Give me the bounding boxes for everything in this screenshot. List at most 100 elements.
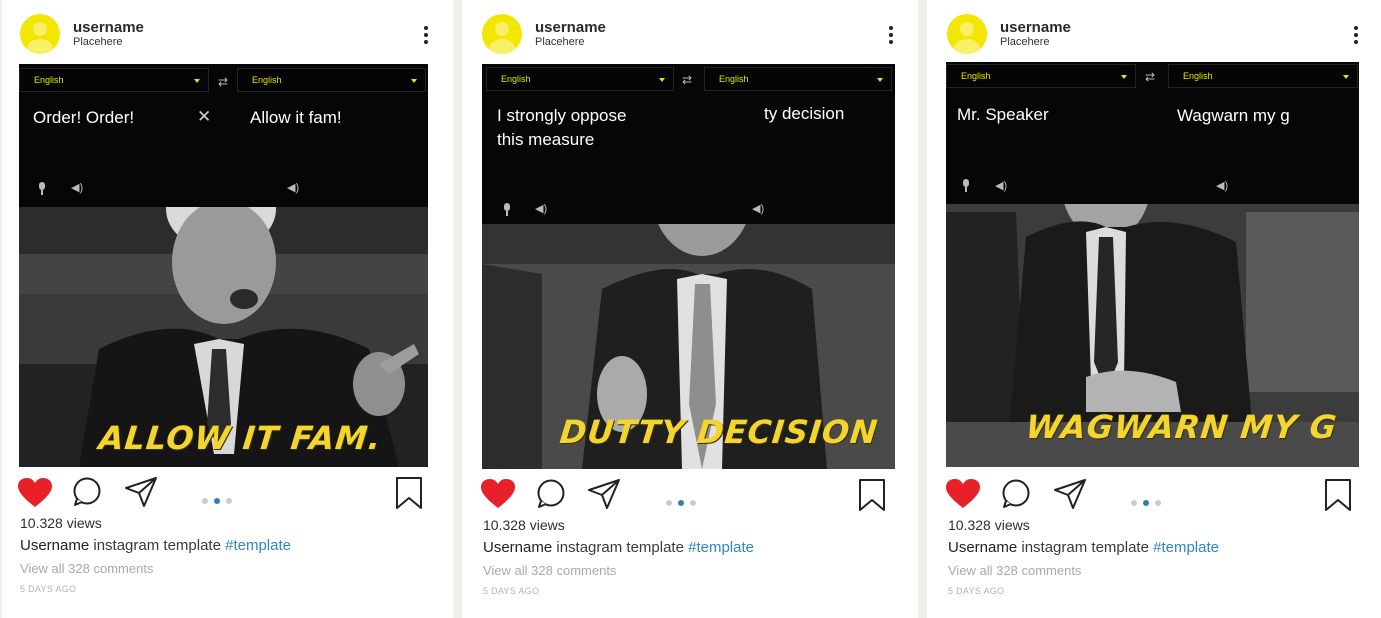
view-count: 10.328 views [20,515,102,531]
view-count: 10.328 views [948,517,1030,533]
swap-icon[interactable]: ⇄ [1145,71,1155,83]
heart-icon[interactable] [946,479,980,509]
post-caption: Username instagram template #template [948,539,1219,556]
chevron-down-icon [659,78,665,82]
source-text[interactable]: Mr. Speaker [957,103,1049,127]
heart-icon[interactable] [481,479,515,509]
translated-text: ty decision [764,104,845,123]
caption-username[interactable]: Username [948,539,1017,556]
swap-icon[interactable]: ⇄ [682,74,692,86]
avatar[interactable] [20,14,60,54]
source-language: English [961,71,991,81]
post-caption: Username instagram template #template [20,537,291,554]
post-card: username Placehere English [2,0,453,618]
username[interactable]: username [1000,19,1071,36]
post-timestamp: 5 DAYS AGO [20,584,77,594]
source-text[interactable]: Order! Order! [33,106,134,130]
target-language-select[interactable]: English [1168,64,1358,88]
post-image[interactable]: English ⇄ English Mr. Speaker Wagwarn my… [946,62,1359,467]
comment-icon[interactable] [72,477,102,507]
more-icon[interactable] [888,26,894,46]
chevron-down-icon [1121,75,1127,79]
view-comments-link[interactable]: View all 328 comments [948,563,1081,578]
speaker-icon[interactable]: ◀) [1216,181,1228,192]
carousel-indicator [666,493,702,506]
share-icon[interactable] [587,478,621,510]
caption-text: instagram template [556,539,684,556]
comment-icon[interactable] [1001,479,1031,509]
heart-icon[interactable] [18,478,52,508]
post-timestamp: 5 DAYS AGO [483,586,540,596]
hashtag-link[interactable]: #template [225,537,291,554]
source-language-select[interactable]: English [946,64,1136,88]
more-icon[interactable] [423,26,429,46]
bookmark-icon[interactable] [857,478,887,512]
mic-icon[interactable] [39,182,45,195]
swap-icon[interactable]: ⇄ [218,76,228,88]
close-icon[interactable]: ✕ [197,108,211,125]
more-icon[interactable] [1353,26,1359,46]
post-header: username Placehere [2,0,453,62]
post-header: username Placehere [462,0,918,62]
caption-text: instagram template [93,537,221,554]
source-language-select[interactable]: English [486,67,674,91]
view-comments-link[interactable]: View all 328 comments [483,563,616,578]
view-count: 10.328 views [483,517,565,533]
location[interactable]: Placehere [73,36,123,48]
post-header: username Placehere [927,0,1381,62]
meme-caption: DUTTY DECISION [558,413,880,451]
hashtag-link[interactable]: #template [1153,539,1219,556]
mic-icon[interactable] [504,203,510,216]
translated-text: Wagwarn my g [1177,106,1290,125]
speaker-icon[interactable]: ◀) [535,204,547,215]
chevron-down-icon [411,79,417,83]
avatar[interactable] [482,14,522,54]
post-card: username Placehere English [462,0,918,618]
caption-username[interactable]: Username [483,539,552,556]
chevron-down-icon [877,78,883,82]
speaker-icon[interactable]: ◀) [752,204,764,215]
speaker-icon[interactable]: ◀) [71,183,83,194]
post-image[interactable]: English ⇄ English Order! Order! ✕ Allow … [19,64,428,467]
translator-panel: English ⇄ English Order! Order! ✕ Allow … [19,64,428,207]
source-language: English [34,75,64,85]
source-text-line: I strongly oppose [497,106,627,125]
translator-panel: English ⇄ English I strongly oppose this… [482,64,895,224]
caption-username[interactable]: Username [20,537,89,554]
chevron-down-icon [1343,75,1349,79]
post-image[interactable]: English ⇄ English I strongly oppose this… [482,64,895,469]
source-language-select[interactable]: English [19,68,209,92]
speaker-icon[interactable]: ◀) [995,181,1007,192]
comment-icon[interactable] [536,479,566,509]
mic-icon[interactable] [963,179,969,192]
hashtag-link[interactable]: #template [688,539,754,556]
translator-panel: English ⇄ English Mr. Speaker Wagwarn my… [946,62,1359,204]
location[interactable]: Placehere [1000,36,1050,48]
post-strip: username Placehere English ⇄ English Ord… [0,0,1381,618]
chevron-down-icon [194,79,200,83]
share-icon[interactable] [124,476,158,508]
username[interactable]: username [73,19,144,36]
caption-text: instagram template [1021,539,1149,556]
post-timestamp: 5 DAYS AGO [948,586,1005,596]
target-language: English [1183,71,1213,81]
target-language-select[interactable]: English [704,67,892,91]
carousel-indicator [1131,493,1167,506]
target-language-select[interactable]: English [237,68,426,92]
avatar[interactable] [947,14,987,54]
translated-text: Allow it fam! [250,108,342,127]
bookmark-icon[interactable] [394,476,424,510]
source-text-line: this measure [497,130,595,149]
meme-caption: ALLOW IT FAM. [97,419,384,457]
username[interactable]: username [535,19,606,36]
speaker-icon[interactable]: ◀) [287,183,299,194]
source-language: English [501,74,531,84]
carousel-indicator [202,491,238,504]
view-comments-link[interactable]: View all 328 comments [20,561,153,576]
target-language: English [719,74,749,84]
source-text[interactable]: I strongly oppose this measure [497,104,626,152]
share-icon[interactable] [1053,478,1087,510]
location[interactable]: Placehere [535,36,585,48]
bookmark-icon[interactable] [1323,478,1353,512]
post-caption: Username instagram template #template [483,539,754,556]
